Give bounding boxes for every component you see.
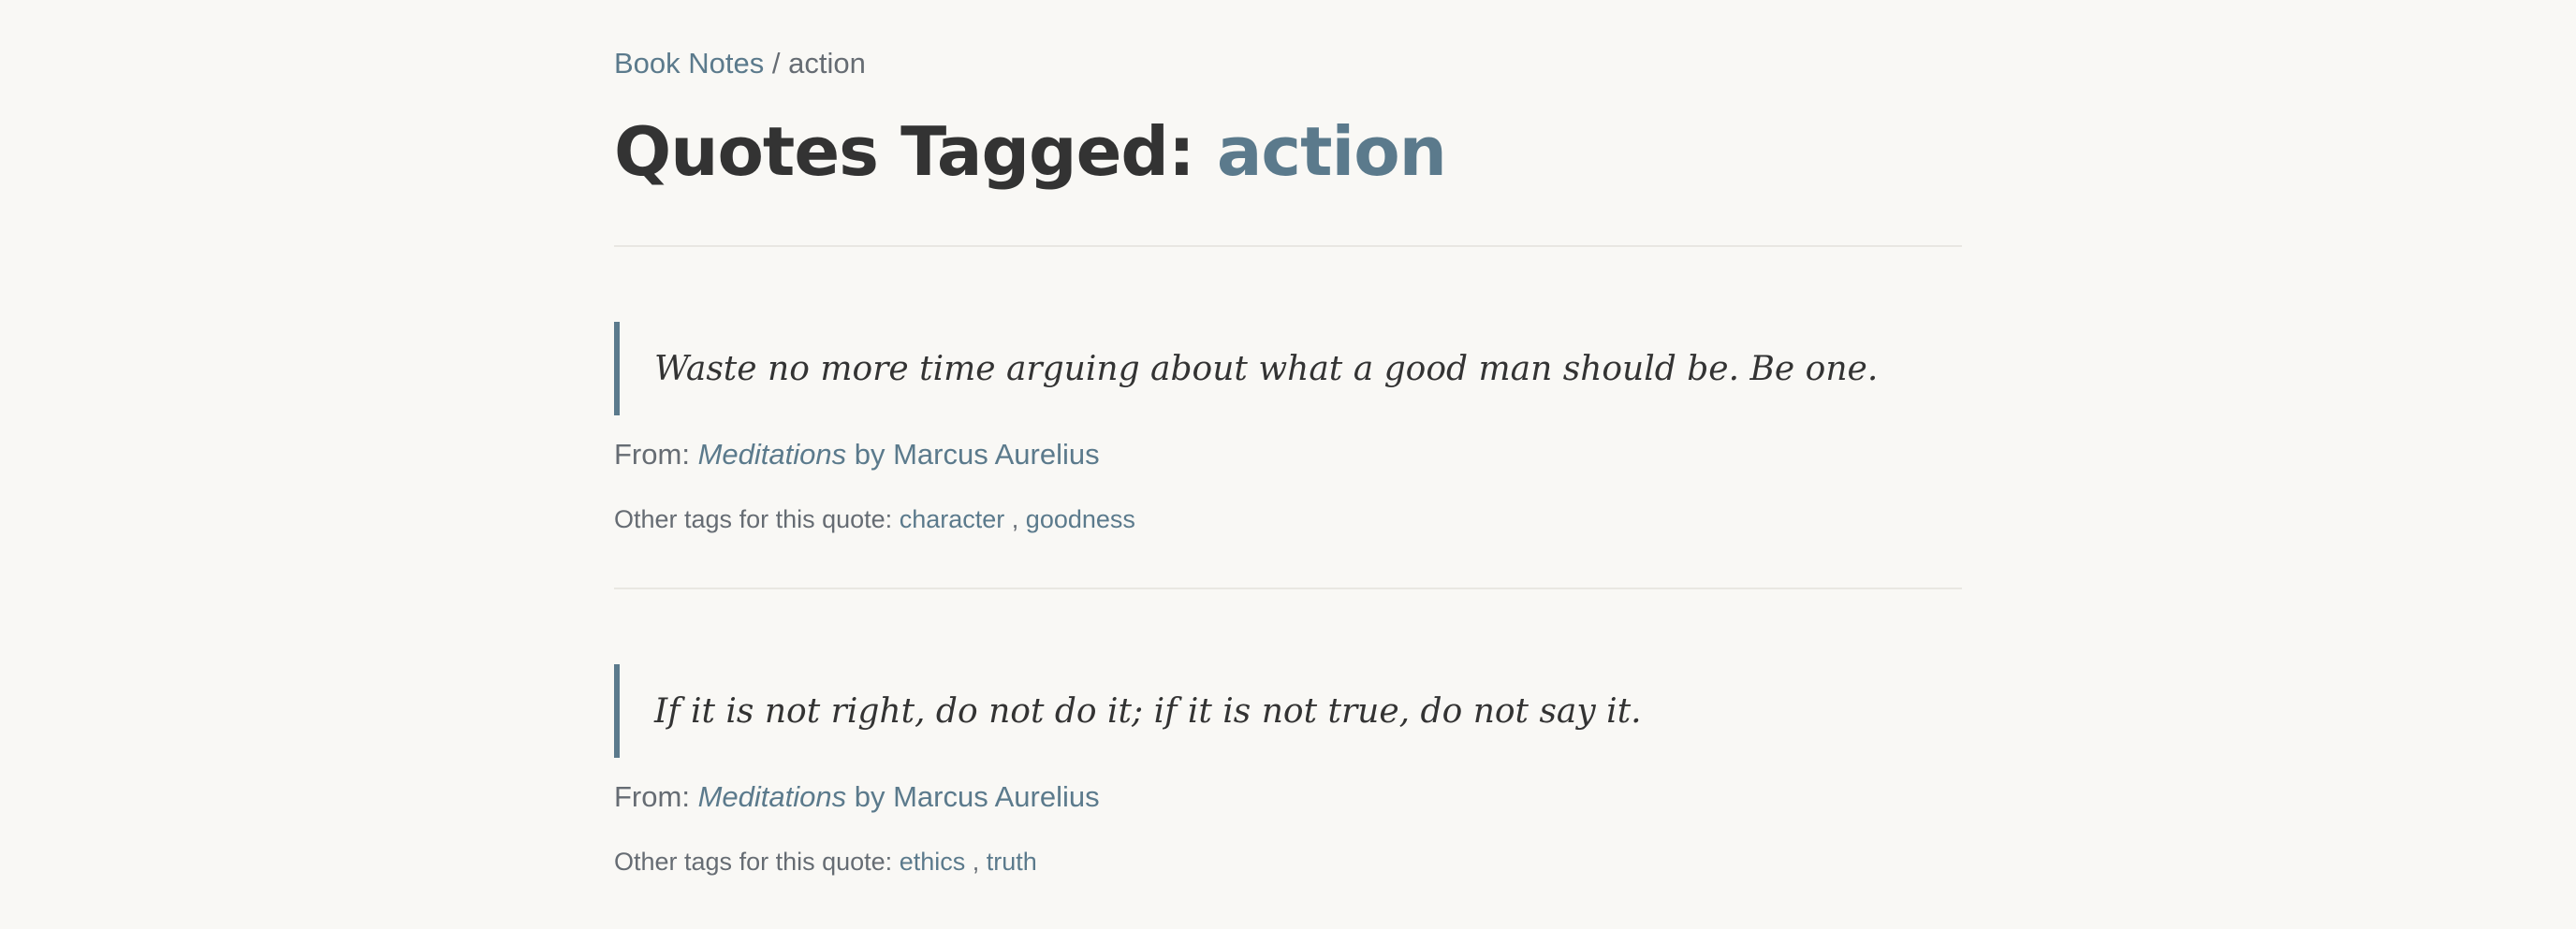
quote-source: From: Meditations by Marcus Aurelius bbox=[614, 438, 1100, 472]
from-label: From: bbox=[614, 438, 690, 471]
by-label: by bbox=[854, 780, 886, 813]
book-link[interactable]: Meditations by Marcus Aurelius bbox=[698, 438, 1100, 471]
tag-link-goodness[interactable]: goodness bbox=[1026, 505, 1135, 533]
page-title: Quotes Tagged: action bbox=[614, 109, 1447, 195]
book-link[interactable]: Meditations by Marcus Aurelius bbox=[698, 780, 1100, 813]
page-title-prefix: Quotes Tagged: bbox=[614, 112, 1195, 191]
tag-separator: , bbox=[1011, 505, 1019, 533]
book-title: Meditations bbox=[697, 438, 847, 471]
quote-source: From: Meditations by Marcus Aurelius bbox=[614, 780, 1100, 814]
author-name: Marcus Aurelius bbox=[893, 780, 1100, 813]
other-tags: Other tags for this quote: ethics , trut… bbox=[614, 848, 1037, 877]
by-label: by bbox=[854, 438, 886, 471]
book-title: Meditations bbox=[697, 780, 847, 813]
tag-separator: , bbox=[972, 848, 980, 876]
quote-card: If it is not right, do not do it; if it … bbox=[614, 664, 1962, 876]
breadcrumb-separator: / bbox=[771, 47, 781, 80]
other-tags-label: Other tags for this quote: bbox=[614, 848, 893, 876]
breadcrumb-home-link[interactable]: Book Notes bbox=[614, 47, 764, 80]
breadcrumb-current: action bbox=[788, 47, 866, 80]
tag-link-character[interactable]: character bbox=[900, 505, 1005, 533]
other-tags: Other tags for this quote: character , g… bbox=[614, 505, 1135, 534]
tag-link-ethics[interactable]: ethics bbox=[900, 848, 966, 876]
author-name: Marcus Aurelius bbox=[893, 438, 1100, 471]
from-label: From: bbox=[614, 780, 690, 813]
tag-link-truth[interactable]: truth bbox=[987, 848, 1037, 876]
quote-divider bbox=[614, 588, 1962, 589]
header-divider bbox=[614, 245, 1962, 247]
page-title-tag: action bbox=[1216, 112, 1447, 191]
quote-card: Waste no more time arguing about what a … bbox=[614, 322, 1962, 533]
other-tags-label: Other tags for this quote: bbox=[614, 505, 893, 533]
breadcrumb: Book Notes / action bbox=[614, 47, 866, 80]
quote-text: If it is not right, do not do it; if it … bbox=[614, 664, 1962, 758]
quote-text: Waste no more time arguing about what a … bbox=[614, 322, 1962, 415]
